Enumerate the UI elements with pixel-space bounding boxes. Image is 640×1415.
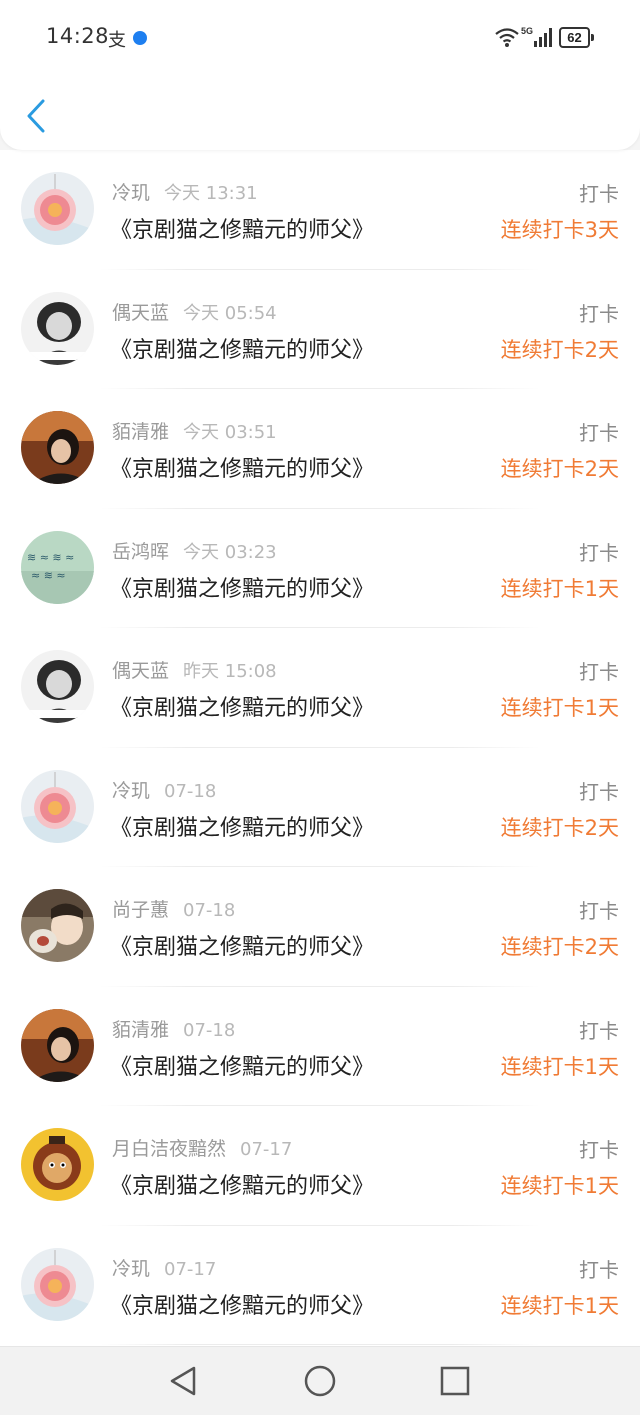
checkin-label: 打卡: [579, 182, 619, 206]
back-button[interactable]: [18, 94, 54, 138]
app-header: 14:28 支 5G 62: [0, 0, 640, 150]
checkin-time: 今天 13:31: [164, 183, 258, 204]
checkin-label: 打卡: [579, 779, 619, 804]
streak-label: 连续打卡2天: [500, 815, 619, 840]
user-line: 偶天蓝 昨天 15:08: [112, 656, 277, 683]
checkin-row[interactable]: 偶天蓝 今天 05:54 《京剧猫之修黯元的师父》 打卡连续打卡2天: [0, 270, 640, 389]
nav-home-icon[interactable]: [302, 1363, 338, 1399]
user-name[interactable]: 冷玑: [112, 780, 150, 802]
checkin-label: 打卡: [579, 1257, 619, 1282]
avatar[interactable]: [21, 1128, 94, 1201]
user-line: 貊清雅 07-18: [112, 1015, 235, 1042]
user-line: 冷玑 今天 13:31: [112, 178, 258, 205]
checkin-label: 打卡: [579, 301, 619, 326]
book-title[interactable]: 《京剧猫之修黯元的师父》: [110, 1049, 374, 1081]
user-name[interactable]: 偶天蓝: [112, 302, 169, 324]
chevron-left-icon: [27, 99, 45, 133]
user-line: 月白洁夜黯然 07-17: [112, 1134, 292, 1161]
checkin-time: 07-18: [183, 1019, 236, 1041]
avatar[interactable]: [21, 411, 94, 484]
checkin-time: 07-18: [164, 780, 217, 802]
book-title[interactable]: 《京剧猫之修黯元的师父》: [110, 690, 374, 722]
status-time: 14:28: [46, 24, 110, 48]
streak-label: 连续打卡2天: [500, 935, 619, 959]
avatar[interactable]: ≋ ≈ ≋ ≈ ≈ ≋ ≈: [21, 530, 94, 604]
checkin-row[interactable]: 冷玑 今天 13:31 《京剧猫之修黯元的师父》 打卡连续打卡3天: [0, 150, 640, 270]
system-navbar: [0, 1346, 640, 1415]
user-line: 冷玑 07-17: [112, 1254, 216, 1281]
user-name[interactable]: 月白洁夜黯然: [112, 1138, 226, 1160]
streak-label: 连续打卡2天: [500, 457, 619, 481]
checkin-row[interactable]: 貊清雅 今天 03:51 《京剧猫之修黯元的师父》 打卡连续打卡2天: [0, 389, 640, 509]
checkin-time: 今天 05:54: [183, 302, 277, 324]
checkin-label: 打卡: [579, 540, 619, 565]
avatar[interactable]: [21, 769, 94, 843]
avatar[interactable]: [21, 889, 94, 962]
streak-label: 连续打卡3天: [500, 218, 619, 242]
checkin-row[interactable]: 冷玑 07-17 《京剧猫之修黯元的师父》 打卡连续打卡1天: [0, 1226, 640, 1345]
avatar[interactable]: [21, 1008, 94, 1082]
checkin-row[interactable]: 貊清雅 07-18 《京剧猫之修黯元的师父》 打卡连续打卡1天: [0, 987, 640, 1106]
nav-recents-icon[interactable]: [437, 1363, 473, 1399]
book-title[interactable]: 《京剧猫之修黯元的师父》: [110, 810, 374, 842]
user-name[interactable]: 尚子蕙: [112, 899, 169, 921]
book-title[interactable]: 《京剧猫之修黯元的师父》: [110, 929, 374, 961]
user-name[interactable]: 岳鸿晖: [112, 541, 169, 563]
book-title[interactable]: 《京剧猫之修黯元的师父》: [110, 1168, 374, 1200]
row-divider: [100, 1344, 540, 1345]
checkin-label: 打卡: [579, 1138, 619, 1162]
streak-label: 连续打卡1天: [500, 1174, 619, 1198]
battery-indicator: 62: [559, 27, 594, 48]
checkin-row[interactable]: 月白洁夜黯然 07-17 《京剧猫之修黯元的师父》 打卡连续打卡1天: [0, 1106, 640, 1226]
user-name[interactable]: 冷玑: [112, 182, 150, 204]
checkin-label: 打卡: [579, 660, 619, 684]
checkin-label: 打卡: [579, 1018, 619, 1043]
user-line: 岳鸿晖 今天 03:23: [112, 537, 277, 564]
checkin-time: 今天 03:23: [183, 541, 277, 563]
user-name[interactable]: 冷玑: [112, 1258, 150, 1280]
streak-label: 连续打卡1天: [500, 696, 619, 720]
avatar[interactable]: [21, 291, 94, 365]
user-line: 貊清雅 今天 03:51: [112, 417, 277, 444]
alipay-icon: 支: [108, 30, 126, 51]
status-bar: 14:28 支 5G 62: [0, 0, 640, 76]
svg-text:≋ ≈ ≋ ≈: ≋ ≈ ≋ ≈: [27, 551, 74, 564]
app-notification-icon: [133, 31, 147, 45]
network-type-label: 5G: [521, 26, 533, 36]
checkin-row[interactable]: 偶天蓝 昨天 15:08 《京剧猫之修黯元的师父》 打卡连续打卡1天: [0, 628, 640, 748]
checkin-time: 07-18: [183, 900, 236, 921]
checkin-time: 07-17: [240, 1139, 293, 1160]
streak-label: 连续打卡1天: [500, 576, 619, 601]
book-title[interactable]: 《京剧猫之修黯元的师父》: [110, 451, 374, 483]
avatar[interactable]: [21, 650, 94, 723]
wifi-icon: [495, 28, 519, 47]
avatar[interactable]: [21, 1247, 94, 1321]
checkin-time: 07-17: [164, 1258, 217, 1280]
checkin-time: 昨天 15:08: [183, 661, 277, 682]
user-line: 冷玑 07-18: [112, 776, 216, 803]
user-name[interactable]: 偶天蓝: [112, 660, 169, 682]
checkin-row[interactable]: 冷玑 07-18 《京剧猫之修黯元的师父》 打卡连续打卡2天: [0, 748, 640, 867]
checkin-list: 冷玑 今天 13:31 《京剧猫之修黯元的师父》 打卡 连续打卡3天 偶天蓝 今天 05:5…: [0, 150, 640, 1346]
checkin-row[interactable]: 尚子蕙 07-18 《京剧猫之修黯元的师父》 打卡连续打卡2天: [0, 867, 640, 987]
checkin-row[interactable]: ≋ ≈ ≋ ≈ ≈ ≋ ≈ 岳鸿晖 今天 03:23 《京剧猫之修黯元的师父》 打卡连续打…: [0, 509, 640, 628]
signal-icon: 5G: [521, 26, 552, 47]
streak-label: 连续打卡1天: [500, 1293, 619, 1318]
book-title[interactable]: 《京剧猫之修黯元的师父》: [110, 332, 374, 364]
book-title[interactable]: 《京剧猫之修黯元的师父》: [110, 212, 374, 244]
streak-label: 连续打卡2天: [500, 337, 619, 362]
user-name[interactable]: 貊清雅: [112, 1019, 169, 1041]
user-line: 尚子蕙 07-18: [112, 895, 235, 922]
book-title[interactable]: 《京剧猫之修黯元的师父》: [110, 571, 374, 603]
user-line: 偶天蓝 今天 05:54: [112, 298, 277, 325]
avatar[interactable]: [21, 172, 94, 245]
checkin-time: 今天 03:51: [183, 422, 277, 443]
user-name[interactable]: 貊清雅: [112, 421, 169, 443]
streak-label: 连续打卡1天: [500, 1054, 619, 1079]
checkin-label: 打卡: [579, 421, 619, 445]
book-title[interactable]: 《京剧猫之修黯元的师父》: [110, 1288, 374, 1320]
checkin-label: 打卡: [579, 899, 619, 923]
nav-back-icon[interactable]: [166, 1363, 202, 1399]
svg-text:≈ ≋ ≈: ≈ ≋ ≈: [31, 569, 66, 582]
